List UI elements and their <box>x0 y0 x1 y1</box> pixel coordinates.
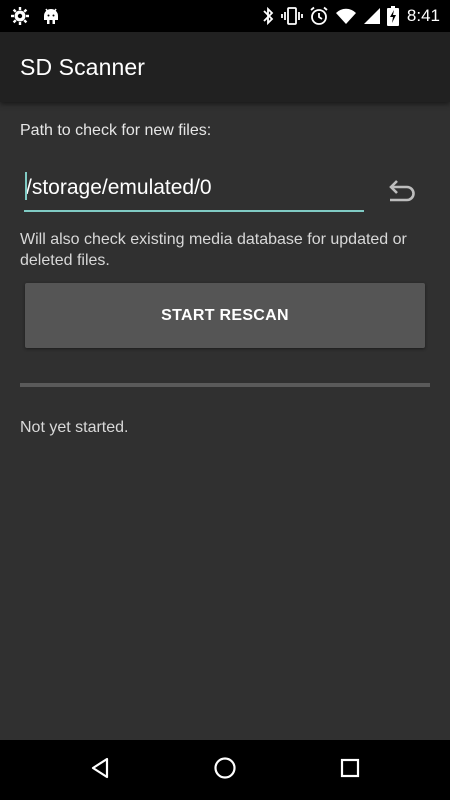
note-text: Will also check existing media database … <box>20 231 407 269</box>
clock: 8:41 <box>406 6 440 25</box>
bluetooth-icon <box>261 6 275 26</box>
back-icon <box>88 756 112 785</box>
battery-charging-icon <box>386 6 399 26</box>
cell-signal-icon <box>363 7 381 25</box>
text-cursor <box>25 172 27 200</box>
recents-button[interactable] <box>330 750 370 790</box>
path-label: Path to check for new files: <box>20 122 212 139</box>
vibrate-icon <box>281 6 303 26</box>
wifi-icon <box>335 7 357 25</box>
path-input[interactable] <box>24 166 364 212</box>
settings-icon <box>10 6 30 26</box>
status-text: Not yet started. <box>20 419 129 436</box>
recents-icon <box>338 756 362 785</box>
android-debug-icon <box>42 6 60 26</box>
undo-icon <box>386 179 416 207</box>
back-button[interactable] <box>80 750 120 790</box>
app-title: SD Scanner <box>20 54 146 80</box>
main-content: Path to check for new files: Will also c… <box>0 102 450 740</box>
navigation-bar <box>0 740 450 800</box>
alarm-icon <box>309 6 329 26</box>
home-icon <box>213 756 237 785</box>
undo-button[interactable] <box>382 174 420 212</box>
progress-bar <box>20 383 430 387</box>
start-rescan-button[interactable]: START RESCAN <box>25 283 425 348</box>
status-bar: 8:41 <box>0 0 450 32</box>
home-button[interactable] <box>205 750 245 790</box>
app-bar: SD Scanner <box>0 32 450 102</box>
